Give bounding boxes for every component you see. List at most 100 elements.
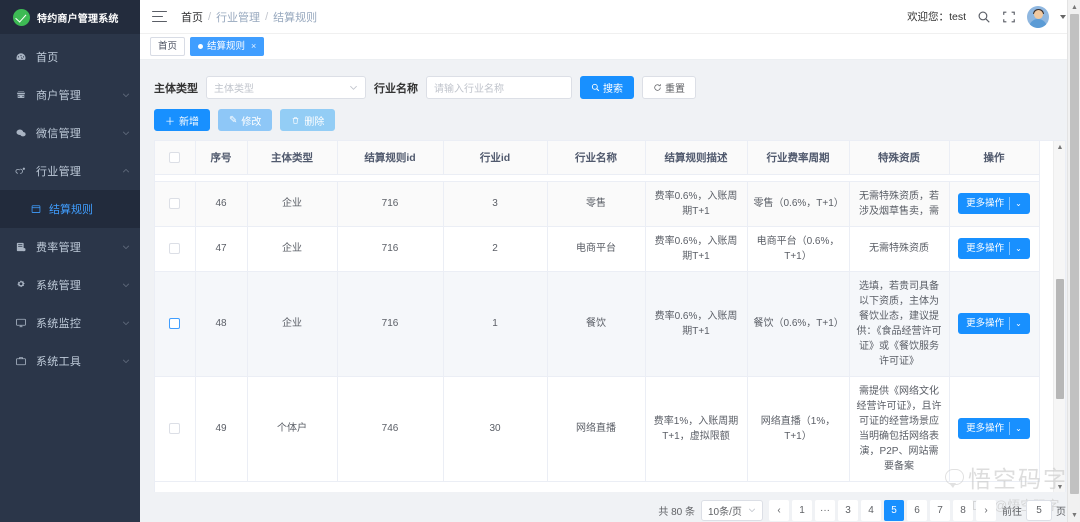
table-scrollbar[interactable]: ▲ ▼ bbox=[1053, 141, 1065, 492]
sidebar-item-monitor[interactable]: 系统监控 bbox=[0, 304, 140, 342]
scroll-down-icon[interactable]: ▼ bbox=[1054, 481, 1065, 492]
settlement-rule-table: 序号 主体类型 结算规则id 行业id 行业名称 结算规则描述 行业费率周期 特… bbox=[155, 141, 1040, 482]
subject-type-label: 主体类型 bbox=[154, 82, 198, 95]
jump-page-input[interactable]: 5 bbox=[1026, 499, 1052, 521]
sidebar-item-settlement-rule[interactable]: 结算规则 bbox=[0, 190, 140, 228]
industry-name-placeholder: 请输入行业名称 bbox=[434, 84, 504, 95]
chevron-down-icon[interactable] bbox=[1060, 14, 1066, 19]
sidebar-logo[interactable]: 特约商户管理系统 bbox=[0, 0, 140, 34]
table-header-industry-name: 行业名称 bbox=[547, 141, 646, 175]
row-select-cell bbox=[155, 376, 196, 482]
page-scrollbar[interactable]: ▲ ▼ bbox=[1067, 0, 1080, 522]
search-icon[interactable] bbox=[977, 10, 991, 24]
delete-button-label: 删除 bbox=[304, 116, 325, 128]
sidebar-item-merchant[interactable]: 商户管理 bbox=[0, 76, 140, 114]
add-button-label: 新增 bbox=[179, 116, 199, 128]
select-all-checkbox[interactable] bbox=[169, 151, 181, 163]
page-size-select[interactable]: 10条/页 bbox=[701, 499, 763, 521]
scroll-up-icon[interactable]: ▲ bbox=[1054, 141, 1065, 153]
pagination-page-4[interactable]: 4 bbox=[861, 499, 881, 521]
breadcrumb-item-0[interactable]: 首页 bbox=[181, 9, 203, 25]
table-row[interactable]: 47 企业 716 2 电商平台 费率0.6%，入账周期T+1 电商平台（0.6… bbox=[155, 226, 1040, 272]
action-toolbar: ＋ 新增 ✎ 修改 删除 bbox=[154, 109, 1066, 140]
sidebar-item-label: 系统监控 bbox=[36, 318, 82, 330]
breadcrumb-item-1[interactable]: 行业管理 bbox=[216, 9, 260, 25]
table-row[interactable]: 46 企业 716 3 零售 费率0.6%，入账周期T+1 零售（0.6%，T+… bbox=[155, 181, 1040, 227]
row-checkbox[interactable] bbox=[169, 197, 181, 209]
search-button[interactable]: 搜索 bbox=[580, 76, 634, 99]
subject-type-select[interactable]: 主体类型 bbox=[206, 76, 366, 99]
pagination-page-7[interactable]: 7 bbox=[930, 499, 950, 521]
page-scroll-up-icon[interactable]: ▲ bbox=[1068, 0, 1080, 14]
page-scroll-down-icon[interactable]: ▼ bbox=[1068, 508, 1080, 522]
table-header-seq: 序号 bbox=[195, 141, 248, 175]
row-checkbox[interactable] bbox=[169, 242, 181, 254]
chevron-down-icon[interactable]: ⌄ bbox=[1015, 421, 1028, 436]
pagination-page-6[interactable]: 6 bbox=[907, 499, 927, 521]
monitor-icon bbox=[14, 317, 28, 329]
shop-icon bbox=[14, 89, 28, 101]
more-actions-label: 更多操作 bbox=[966, 318, 1005, 329]
pagination-page-3[interactable]: 3 bbox=[838, 499, 858, 521]
data-table: 序号 主体类型 结算规则id 行业id 行业名称 结算规则描述 行业费率周期 特… bbox=[154, 140, 1066, 492]
tab-home[interactable]: 首页 bbox=[150, 37, 186, 56]
close-icon[interactable]: × bbox=[251, 40, 256, 53]
more-actions-button[interactable]: 更多操作 ⌄ bbox=[958, 193, 1030, 214]
sidebar-item-system[interactable]: 系统管理 bbox=[0, 266, 140, 304]
sidebar-item-industry[interactable]: 行业管理 bbox=[0, 152, 140, 190]
sidebar-item-label: 系统工具 bbox=[36, 356, 82, 368]
delete-button[interactable]: 删除 bbox=[280, 109, 336, 131]
page-size-label: 10条/页 bbox=[708, 506, 742, 518]
tab-settlement-rule[interactable]: 结算规则 × bbox=[190, 37, 265, 56]
menu-toggle-icon[interactable] bbox=[152, 10, 167, 23]
cell-seq: 48 bbox=[195, 271, 248, 377]
row-select-cell bbox=[155, 181, 196, 227]
cell-industry-name: 零售 bbox=[547, 181, 646, 227]
table-header-rule-id: 结算规则id bbox=[337, 141, 444, 175]
cell-special: 选填，若贵司具备以下资质，主体为餐饮业态，建议提供：《食品经营许可证》或《餐饮服… bbox=[849, 271, 950, 377]
edit-button[interactable]: ✎ 修改 bbox=[218, 109, 273, 131]
pagination-page-1[interactable]: 1 bbox=[792, 499, 812, 521]
pagination-prev[interactable]: ‹ bbox=[769, 499, 789, 521]
pagination-ellipsis[interactable]: ··· bbox=[815, 499, 835, 521]
pagination-page-8[interactable]: 8 bbox=[953, 499, 973, 521]
reset-button[interactable]: 重置 bbox=[642, 76, 696, 99]
pagination-next[interactable]: › bbox=[976, 499, 996, 521]
page-scrollbar-thumb[interactable] bbox=[1070, 14, 1079, 494]
table-row[interactable]: 49 个体户 746 30 网络直播 费率1%，入账周期T+1，虚拟限额 网络直… bbox=[155, 376, 1040, 482]
table-header-row: 序号 主体类型 结算规则id 行业id 行业名称 结算规则描述 行业费率周期 特… bbox=[155, 141, 1040, 175]
table-row[interactable]: 48 企业 716 1 餐饮 费率0.6%，入账周期T+1 餐饮（0.6%，T+… bbox=[155, 271, 1040, 377]
tab-dot-icon bbox=[198, 44, 204, 49]
brand-title: 特约商户管理系统 bbox=[37, 13, 119, 25]
chevron-down-icon[interactable]: ⌄ bbox=[1015, 196, 1028, 211]
chevron-down-icon[interactable]: ⌄ bbox=[1015, 316, 1028, 331]
sidebar-item-home[interactable]: 首页 bbox=[0, 38, 140, 76]
sidebar-item-rate[interactable]: 费率管理 bbox=[0, 228, 140, 266]
cell-action: 更多操作 ⌄ bbox=[949, 271, 1040, 377]
pagination-page-5[interactable]: 5 bbox=[884, 499, 904, 521]
cell-rule-id: 716 bbox=[337, 226, 444, 272]
fullscreen-icon[interactable] bbox=[1002, 10, 1016, 24]
chevron-down-icon[interactable]: ⌄ bbox=[1015, 241, 1028, 256]
cell-rule-id: 716 bbox=[337, 271, 444, 377]
sidebar-item-tools[interactable]: 系统工具 bbox=[0, 342, 140, 380]
chevron-down-icon bbox=[122, 281, 130, 289]
cell-action: 更多操作 ⌄ bbox=[949, 376, 1040, 482]
row-checkbox[interactable] bbox=[169, 422, 181, 434]
cell-industry-name: 网络直播 bbox=[547, 376, 646, 482]
industry-icon bbox=[14, 165, 28, 177]
add-button[interactable]: ＋ 新增 bbox=[154, 109, 210, 131]
avatar[interactable] bbox=[1027, 5, 1049, 28]
industry-name-input[interactable]: 请输入行业名称 bbox=[426, 76, 572, 99]
table-scrollbar-thumb[interactable] bbox=[1056, 279, 1064, 399]
row-checkbox[interactable] bbox=[169, 317, 181, 329]
breadcrumb-separator: / bbox=[208, 10, 212, 23]
jump-suffix-label: 页 bbox=[1056, 506, 1066, 518]
pagination: 共 80 条 10条/页 ‹ 1 ··· 3 4 5 6 7 8 › 前往 5 … bbox=[294, 498, 1066, 522]
sidebar-menu: 首页 商户管理 微信管理 行业管理 结算规则 费率管理 系统管理 系统监控 系统… bbox=[0, 34, 140, 380]
page-content: 主体类型 主体类型 行业名称 请输入行业名称 搜索 重置 ＋ 新增 ✎ 修改 删… bbox=[140, 60, 1080, 522]
more-actions-button[interactable]: 更多操作 ⌄ bbox=[958, 313, 1030, 334]
more-actions-button[interactable]: 更多操作 ⌄ bbox=[958, 238, 1030, 259]
more-actions-button[interactable]: 更多操作 ⌄ bbox=[958, 418, 1030, 439]
sidebar-item-wechat[interactable]: 微信管理 bbox=[0, 114, 140, 152]
